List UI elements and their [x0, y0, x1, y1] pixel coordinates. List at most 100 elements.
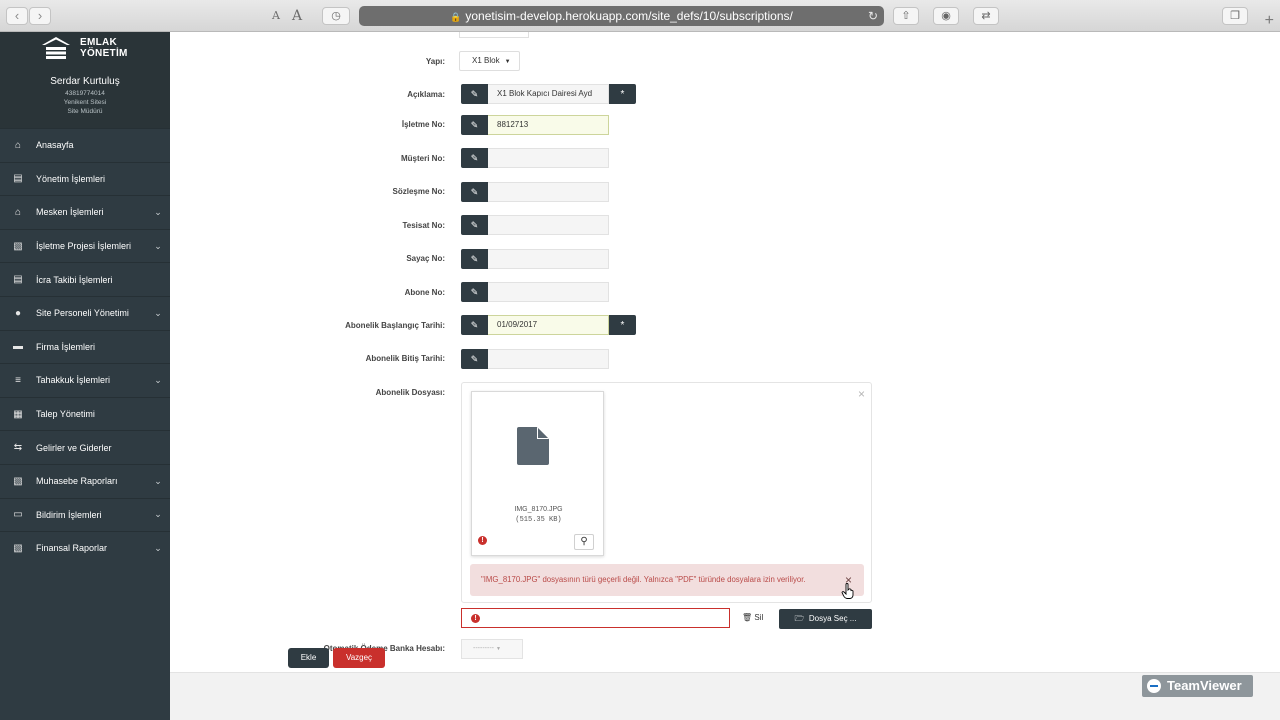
browse-file-button[interactable]: 🗁 Dosya Seç ...: [779, 609, 872, 629]
file-caption-field[interactable]: !: [461, 608, 730, 628]
sidebar-item[interactable]: ≡ Tahakkuk İşlemleri ⌄: [0, 363, 170, 397]
sidebar-item[interactable]: ⇆ Gelirler ve Giderler: [0, 430, 170, 464]
isletme-field[interactable]: 8812713: [488, 115, 609, 135]
pencil-icon[interactable]: ✎: [461, 349, 488, 369]
abone-label: Abone No:: [404, 288, 445, 297]
pencil-icon[interactable]: ✎: [461, 282, 488, 302]
exchange-icon: ⇆: [13, 442, 23, 454]
sidebar-item[interactable]: ▭ Bildirim İşlemleri ⌄: [0, 497, 170, 532]
close-icon[interactable]: ×: [858, 387, 865, 401]
dosya-label: Abonelik Dosyası:: [375, 388, 445, 397]
tesisat-label: Tesisat No:: [402, 221, 445, 230]
chevron-down-icon: ⌄: [154, 542, 162, 553]
file-icon: [517, 427, 549, 465]
form-footer: [170, 672, 1280, 720]
address-bar[interactable]: 🔒 yonetisim-develop.herokuapp.com/site_de…: [359, 6, 884, 26]
chevron-down-icon: ⌄: [154, 240, 162, 251]
warning-icon: !: [471, 614, 480, 623]
tesisat-field[interactable]: [488, 215, 609, 235]
sidebar-item[interactable]: ▬ Firma İşlemleri: [0, 329, 170, 364]
logo-line2: YÖNETİM: [80, 48, 128, 59]
bitis-field[interactable]: [488, 349, 609, 369]
sidebar-item-label: Bildirim İşlemleri: [36, 509, 102, 520]
list-icon: ≡: [15, 374, 21, 386]
musteri-label: Müşteri No:: [401, 154, 445, 163]
sidebar-item-label: Gelirler ve Giderler: [36, 442, 112, 453]
brand-area: EMLAK YÖNETİM Serdar Kurtuluş 4381977401…: [0, 32, 170, 128]
file-name: IMG_8170.JPG: [514, 506, 563, 513]
yapi-select[interactable]: X1 Blok ▼: [459, 51, 520, 71]
sidebar-item-label: Site Personeli Yönetimi: [36, 308, 129, 319]
sidebar-item[interactable]: ▦ Talep Yönetimi: [0, 396, 170, 431]
pencil-icon[interactable]: ✎: [461, 84, 488, 104]
pencil-icon[interactable]: ✎: [461, 115, 488, 135]
sayac-field[interactable]: [488, 249, 609, 269]
zoom-icon[interactable]: ⚲: [574, 534, 594, 550]
sidebar-item[interactable]: ▤ Yönetim İşlemleri: [0, 161, 170, 196]
isletme-label: İşletme No:: [401, 120, 445, 129]
sozlesme-field[interactable]: [488, 182, 609, 202]
pencil-icon[interactable]: ✎: [461, 315, 488, 335]
sidebar-item-label: Mesken İşlemleri: [36, 207, 104, 218]
musteri-field[interactable]: [488, 148, 609, 168]
sidebar-item-label: Talep Yönetimi: [36, 409, 95, 420]
yapi-value: X1 Blok: [472, 56, 500, 65]
back-button[interactable]: ‹: [6, 7, 28, 25]
logo[interactable]: EMLAK YÖNETİM: [40, 36, 132, 62]
sidebar-item[interactable]: ▤ İcra Takibi İşlemleri: [0, 262, 170, 296]
extension-2-icon[interactable]: ⇄: [973, 7, 999, 25]
font-larger-button[interactable]: A: [287, 7, 307, 25]
aciklama-field[interactable]: X1 Blok Kapıcı Dairesi Ayd: [488, 84, 609, 104]
hand-cursor-icon: [841, 583, 854, 599]
sidebar-item[interactable]: ⌂ Anasayfa: [0, 128, 170, 162]
chevron-down-icon: ⌄: [154, 206, 162, 217]
cancel-button[interactable]: Vazgeç: [333, 648, 385, 668]
lock-icon: 🔒: [450, 12, 462, 22]
sidebar-item[interactable]: ⌂ Mesken İşlemleri ⌄: [0, 195, 170, 229]
delete-button[interactable]: 🗑 Sil: [736, 608, 778, 628]
baslangic-field[interactable]: 01/09/2017: [488, 315, 609, 335]
yapi-label: Yapı:: [425, 57, 445, 66]
top-field-stub: [459, 32, 529, 38]
file-thumbnail: IMG_8170.JPG (515.35 KB) ! ⚲: [471, 391, 604, 556]
pencil-icon[interactable]: ✎: [461, 148, 488, 168]
user-name: Serdar Kurtuluş: [50, 76, 120, 87]
user-site: Yenikent Sitesi: [63, 99, 107, 106]
sidebar-item[interactable]: ▧ İşletme Projesi İşlemleri ⌄: [0, 228, 170, 263]
logo-house-icon: [42, 37, 70, 59]
sozlesme-label: Sözleşme No:: [392, 187, 445, 196]
folder-open-icon: 🗁: [794, 614, 805, 623]
sidebar-item-label: İcra Takibi İşlemleri: [36, 274, 113, 285]
sidebar-item[interactable]: ▧ Muhasebe Raporları ⌄: [0, 463, 170, 498]
file-size: (515.35 KB): [515, 516, 562, 524]
user-icon: ●: [14, 307, 22, 319]
error-alert: "IMG_8170.JPG" dosyasının türü geçerli d…: [470, 564, 864, 596]
sidebar-item[interactable]: ● Site Personeli Yönetimi ⌄: [0, 295, 170, 330]
home-icon: ⌂: [14, 139, 22, 151]
font-smaller-button[interactable]: A: [266, 7, 286, 25]
history-icon[interactable]: ◷: [322, 7, 350, 25]
new-tab-icon[interactable]: +: [1265, 12, 1274, 30]
tabs-overview-icon[interactable]: ❐: [1222, 7, 1248, 25]
extension-icon[interactable]: ◉: [933, 7, 959, 25]
sidebar-item[interactable]: ▧ Finansal Raporlar ⌄: [0, 531, 170, 565]
files-icon: ▧: [13, 542, 23, 554]
sidebar-item-label: Anasayfa: [36, 140, 74, 151]
baslangic-label: Abonelik Başlangıç Tarihi:: [345, 321, 445, 330]
reload-icon[interactable]: ↻: [868, 6, 878, 26]
add-button[interactable]: Ekle: [288, 648, 329, 668]
share-icon[interactable]: ⇧: [893, 7, 919, 25]
pencil-icon[interactable]: ✎: [461, 249, 488, 269]
required-asterisk-icon: *: [609, 315, 636, 335]
trash-icon: 🗑: [742, 613, 753, 622]
pencil-icon[interactable]: ✎: [461, 215, 488, 235]
pencil-icon[interactable]: ✎: [461, 182, 488, 202]
forward-button[interactable]: ›: [29, 7, 51, 25]
banka-select[interactable]: --------- ▼: [461, 639, 523, 659]
document-icon: ▤: [13, 173, 23, 185]
sidebar-menu: ⌂ Anasayfa ▤ Yönetim İşlemleri ⌂ Mesken İşlem…: [0, 128, 170, 565]
logo-line1: EMLAK: [80, 37, 118, 48]
abone-field[interactable]: [488, 282, 609, 302]
banka-value: ---------: [473, 645, 494, 652]
teamviewer-watermark: TeamViewer: [1142, 675, 1253, 697]
